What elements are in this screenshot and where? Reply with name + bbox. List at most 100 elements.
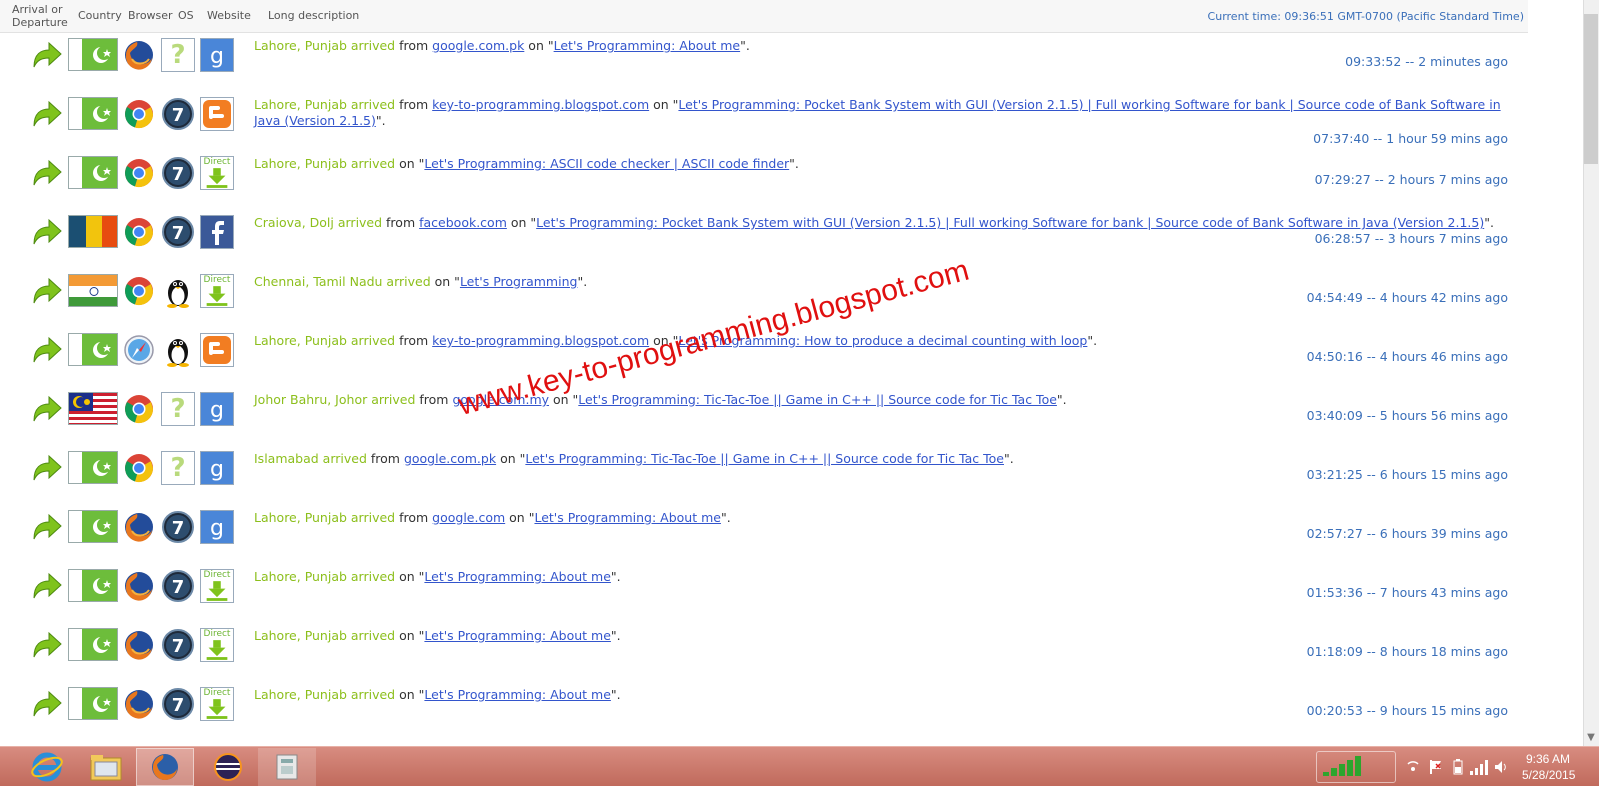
google-site-icon: g	[200, 451, 234, 485]
visit-time: 01:18:09 -- 8 hours 18 mins ago	[1306, 644, 1508, 659]
visitor-location: Johor Bahru, Johor arrived	[254, 392, 416, 407]
table-row: 7 Craiova, Dolj arrived from facebook.com…	[0, 210, 1528, 270]
table-row: 7 Direct Lahore, Punjab arrived on "Let's …	[0, 564, 1528, 624]
taskbar: 9:36 AM 5/28/2015	[0, 746, 1599, 786]
firefox-browser-icon	[123, 570, 155, 602]
page-link[interactable]: Let's Programming: About me	[554, 38, 741, 53]
chrome-browser-icon	[123, 216, 155, 248]
volume-icon[interactable]	[1494, 759, 1510, 775]
referrer-link[interactable]: facebook.com	[419, 215, 507, 230]
page-link[interactable]: Let's Programming: About me	[534, 510, 721, 525]
svg-text:7: 7	[172, 105, 185, 126]
arrival-arrow-icon	[31, 276, 63, 306]
table-row: 7 Direct Lahore, Punjab arrived on "Let's …	[0, 623, 1528, 683]
end-text: ".	[610, 569, 621, 584]
action-center-icon[interactable]	[1428, 759, 1444, 775]
flag-my-icon	[68, 392, 118, 425]
svg-text:7: 7	[172, 164, 185, 185]
visit-time: 03:21:25 -- 6 hours 15 mins ago	[1306, 467, 1508, 482]
from-text: from	[382, 215, 420, 230]
visit-time: 09:33:52 -- 2 minutes ago	[1345, 54, 1508, 69]
visitor-location: Lahore, Punjab arrived	[254, 97, 396, 112]
page-link[interactable]: Let's Programming: Pocket Bank System wi…	[536, 215, 1484, 230]
svg-text:g: g	[210, 44, 224, 69]
svg-text:g: g	[210, 398, 224, 423]
referrer-link[interactable]: google.com.pk	[404, 451, 496, 466]
visitor-location: Craiova, Dolj arrived	[254, 215, 383, 230]
end-text: ".	[610, 687, 621, 702]
page-link[interactable]: Let's Programming: About me	[424, 687, 611, 702]
chrome-browser-icon	[123, 393, 155, 425]
on-text: on "	[496, 451, 526, 466]
visit-time: 02:57:27 -- 6 hours 39 mins ago	[1306, 526, 1508, 541]
taskbar-eclipse-button[interactable]	[199, 748, 257, 786]
win7-icon: 7	[161, 97, 195, 131]
battery-icon[interactable]	[1453, 759, 1463, 775]
arrival-arrow-icon	[31, 335, 63, 365]
scrollbar-thumb[interactable]	[1584, 14, 1598, 164]
taskbar-clock-date[interactable]: 5/28/2015	[1522, 768, 1575, 782]
referrer-link[interactable]: google.com	[432, 510, 505, 525]
unknown-os-icon: ?	[161, 392, 195, 426]
referrer-link[interactable]: google.com.pk	[432, 38, 524, 53]
from-text: from	[395, 333, 433, 348]
on-text: on "	[430, 274, 460, 289]
page-link[interactable]: Let's Programming: ASCII code checker | …	[424, 156, 789, 171]
page-link[interactable]: Let's Programming: Tic-Tac-Toe || Game i…	[578, 392, 1057, 407]
network-tray[interactable]	[1316, 751, 1396, 783]
visitor-location: Lahore, Punjab arrived	[254, 628, 396, 643]
table-row: 7 g Lahore, Punjab arrived from google.com…	[0, 505, 1528, 565]
taskbar-app-button[interactable]	[258, 748, 316, 786]
direct-site-icon: Direct	[200, 156, 234, 190]
page-link[interactable]: Let's Programming: About me	[424, 628, 611, 643]
arrival-arrow-icon	[31, 689, 63, 719]
end-text: ".	[1087, 333, 1098, 348]
header-website: Website	[207, 9, 251, 22]
header-browser: Browser	[128, 9, 173, 22]
end-text: ".	[1003, 451, 1014, 466]
visitor-location: Lahore, Punjab arrived	[254, 38, 396, 53]
win7-icon: 7	[161, 687, 195, 721]
visit-description: Lahore, Punjab arrived on "Let's Program…	[254, 156, 1504, 172]
page-link[interactable]: Let's Programming	[460, 274, 578, 289]
on-text: on "	[524, 38, 554, 53]
visit-description: Lahore, Punjab arrived on "Let's Program…	[254, 687, 1504, 703]
end-text: ".	[610, 628, 621, 643]
table-row: ? g Johor Bahru, Johor arrived from google…	[0, 387, 1528, 447]
visit-description: Lahore, Punjab arrived from google.com o…	[254, 510, 1504, 526]
visit-time: 04:50:16 -- 4 hours 46 mins ago	[1306, 349, 1508, 364]
facebook-site-icon	[200, 215, 234, 249]
from-text: from	[366, 451, 404, 466]
flag-pk-icon	[68, 156, 118, 189]
visitor-location: Lahore, Punjab arrived	[254, 569, 396, 584]
flag-pk-icon	[68, 510, 118, 543]
arrival-arrow-icon	[31, 571, 63, 601]
end-text: ".	[577, 274, 588, 289]
on-text: on "	[649, 97, 679, 112]
firefox-icon	[152, 754, 178, 781]
scroll-down-arrow-icon[interactable]: ▼	[1585, 732, 1597, 744]
chrome-browser-icon	[123, 452, 155, 484]
direct-site-icon: Direct	[200, 274, 234, 308]
taskbar-explorer-button[interactable]	[77, 748, 135, 786]
taskbar-clock-time[interactable]: 9:36 AM	[1526, 752, 1570, 766]
taskbar-ie-button[interactable]	[18, 748, 76, 786]
referrer-link[interactable]: key-to-programming.blogspot.com	[432, 97, 649, 112]
taskbar-firefox-button[interactable]	[136, 748, 194, 786]
win7-icon: 7	[161, 510, 195, 544]
end-text: ".	[789, 156, 799, 171]
visit-time: 03:40:09 -- 5 hours 56 mins ago	[1306, 408, 1508, 423]
direct-site-icon: Direct	[200, 687, 234, 721]
from-text: from	[395, 38, 433, 53]
table-row: ? g Lahore, Punjab arrived from google.com…	[0, 33, 1528, 93]
page-link[interactable]: Let's Programming: About me	[424, 569, 611, 584]
network-bars-icon[interactable]	[1470, 759, 1488, 775]
arrival-arrow-icon	[31, 394, 63, 424]
google-site-icon: g	[200, 38, 234, 72]
visit-description: Lahore, Punjab arrived on "Let's Program…	[254, 628, 1504, 644]
page-link[interactable]: Let's Programming: Tic-Tac-Toe || Game i…	[525, 451, 1004, 466]
wireless-icon[interactable]	[1404, 758, 1422, 776]
arrival-arrow-icon	[31, 453, 63, 483]
table-row: 7 Direct Lahore, Punjab arrived on "Let's …	[0, 682, 1528, 742]
visit-time: 06:28:57 -- 3 hours 7 mins ago	[1314, 231, 1508, 246]
